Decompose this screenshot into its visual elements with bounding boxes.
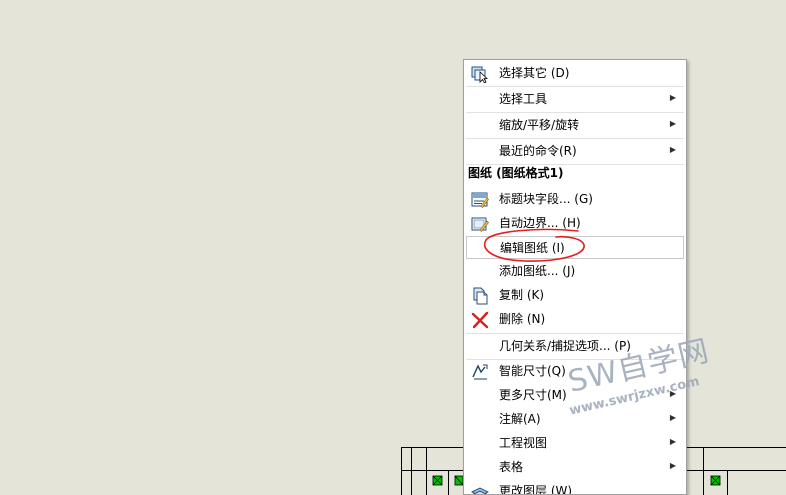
menu-item-label: 缩放/平移/旋转 [499,118,580,132]
menu-item-recent-commands[interactable]: 最近的命令(R) ▶ [466,140,684,163]
menu-item-label: 自动边界... (H) [499,216,581,230]
menu-separator [466,86,684,87]
menu-item-label: 更改图层 (W) [499,484,573,495]
menu-item-label: 智能尺寸(Q) [499,364,566,378]
submenu-arrow-icon: ▶ [669,437,676,446]
menu-item-tables[interactable]: 表格 ▶ [466,456,684,479]
menu-item-label: 更多尺寸(M) [499,388,567,402]
menu-item-label: 表格 [499,460,524,474]
submenu-arrow-icon: ▶ [669,413,676,422]
menu-separator [466,138,684,139]
menu-item-label: 添加图纸... (J) [499,264,576,278]
menu-item-select-other[interactable]: 选择其它 (D) [466,62,684,85]
select-other-icon [471,66,489,83]
menu-item-label: 复制 (K) [499,288,545,302]
menu-item-label: 选择其它 (D) [499,66,570,80]
menu-item-label: 工程视图 [499,436,548,450]
menu-item-title-block-fields[interactable]: 标题块字段... (G) [466,188,684,211]
menu-separator [466,164,684,165]
delete-icon [471,311,489,329]
menu-item-select-tools[interactable]: 选择工具 ▶ [466,88,684,111]
auto-border-icon [471,217,489,232]
menu-item-zoom-pan-rotate[interactable]: 缩放/平移/旋转 ▶ [466,114,684,137]
menu-item-auto-border[interactable]: 自动边界... (H) [466,212,684,235]
menu-item-delete[interactable]: 删除 (N) [466,308,684,331]
context-menu: 选择其它 (D) 选择工具 ▶ 缩放/平移/旋转 ▶ 最近的命令(R) ▶ 图纸… [463,59,687,495]
menu-item-label: 选择工具 [499,92,548,106]
menu-section-header: 图纸 (图纸格式1) [468,166,564,180]
smart-dimension-icon [472,364,488,380]
menu-item-label: 删除 (N) [499,312,546,326]
menu-separator [466,333,684,334]
menu-item-add-sheet[interactable]: 添加图纸... (J) [466,260,684,283]
submenu-arrow-icon: ▶ [669,145,676,154]
menu-item-label: 标题块字段... (G) [499,192,593,206]
menu-item-drawing-views[interactable]: 工程视图 ▶ [466,432,684,455]
menu-item-label: 编辑图纸 (I) [500,241,565,255]
menu-item-label: 最近的命令(R) [499,144,577,158]
title-block-icon [471,192,489,208]
submenu-arrow-icon: ▶ [669,461,676,470]
submenu-arrow-icon: ▶ [669,119,676,128]
menu-item-edit-sheet[interactable]: 编辑图纸 (I) [466,236,684,259]
menu-item-label: 注解(A) [499,412,541,426]
submenu-arrow-icon: ▶ [669,93,676,102]
menu-item-copy[interactable]: 复制 (K) [466,284,684,307]
menu-item-change-layer[interactable]: 更改图层 (W) [466,480,684,495]
copy-icon [473,287,488,305]
menu-separator [466,112,684,113]
change-layer-icon [471,487,489,494]
